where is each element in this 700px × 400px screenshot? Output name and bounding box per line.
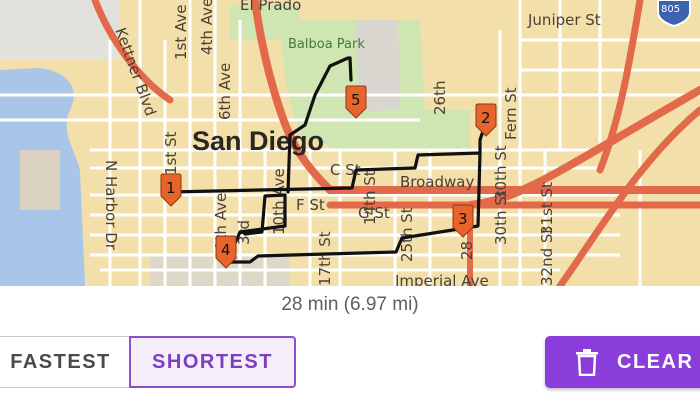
label-28: 28 — [458, 241, 476, 260]
label-26th: 26th — [431, 81, 449, 115]
map-canvas[interactable]: Juniper St El Prado 1st Ave 4th Ave 6th … — [0, 0, 700, 286]
marker-label: 1 — [166, 179, 176, 197]
shortest-label: SHORTEST — [152, 350, 273, 373]
label-san-diego: San Diego — [192, 126, 324, 156]
label-17th-st: 17th St — [316, 231, 334, 286]
label-fern: Fern St — [502, 87, 520, 140]
label-4th-ave: 4th Ave — [198, 0, 216, 55]
label-31st-st: 31st St — [538, 182, 556, 235]
label-juniper: Juniper St — [527, 11, 601, 29]
label-6th-ave: 6th Ave — [216, 63, 234, 120]
label-harbor: N Harbor Dr — [102, 160, 120, 251]
label-g-st: G St — [358, 204, 390, 222]
label-broadway: Broadway — [400, 173, 474, 191]
label-f-st: F St — [296, 196, 325, 214]
park-golf — [380, 110, 470, 150]
fastest-button[interactable]: FASTEST — [0, 336, 130, 388]
label-32nd-st: 32nd St — [538, 228, 556, 286]
trash-icon — [575, 348, 599, 377]
marker-label: 5 — [351, 91, 361, 109]
label-30th-st-b: 30th St — [492, 190, 510, 245]
marker-label: 4 — [221, 241, 231, 259]
fastest-label: FASTEST — [10, 350, 111, 373]
label-1st-st: 1st St — [162, 131, 180, 175]
label-balboa-park: Balboa Park — [288, 37, 365, 52]
label-imperial: Imperial Ave — [395, 272, 489, 286]
clear-label: CLEAR — [617, 350, 694, 373]
label-1st-ave: 1st Ave — [172, 5, 190, 61]
shortest-button[interactable]: SHORTEST — [129, 336, 296, 388]
label-el-prado: El Prado — [240, 0, 301, 14]
clear-button[interactable]: CLEAR — [545, 336, 700, 388]
marker-label: 2 — [481, 109, 491, 127]
marker-label: 3 — [458, 210, 468, 228]
route-summary: 28 min (6.97 mi) — [281, 294, 419, 315]
pier — [20, 150, 60, 210]
map-view[interactable]: Juniper St El Prado 1st Ave 4th Ave 6th … — [0, 0, 700, 286]
highway-shield-number: 805 — [661, 4, 680, 15]
